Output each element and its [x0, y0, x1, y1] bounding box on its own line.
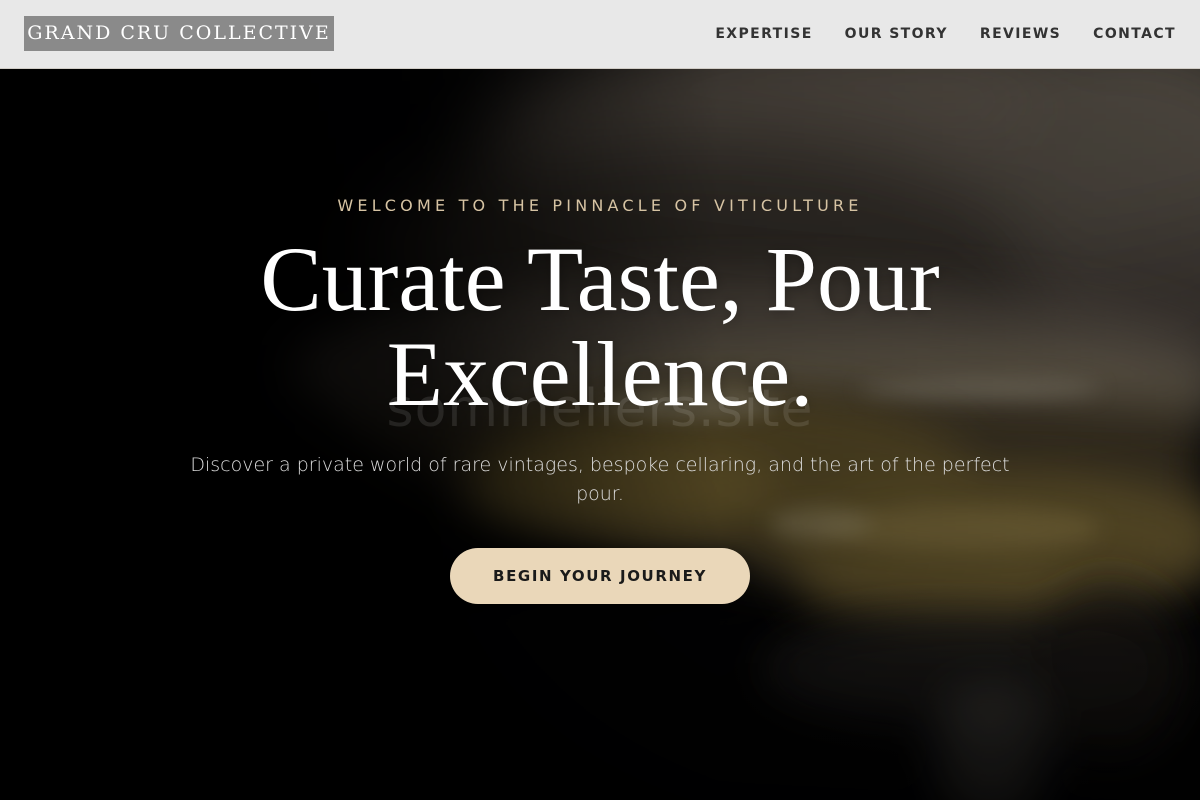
brand-logo[interactable]: GRAND CRU COLLECTIVE	[24, 16, 334, 51]
hero-subtitle: Discover a private world of rare vintage…	[190, 454, 1010, 505]
hero-section: WELCOME TO THE PINNACLE OF VITICULTURE C…	[0, 69, 1200, 800]
nav-link-contact[interactable]: CONTACT	[1093, 26, 1176, 42]
hero-eyebrow: WELCOME TO THE PINNACLE OF VITICULTURE	[337, 196, 863, 215]
site-header: GRAND CRU COLLECTIVE EXPERTISE OUR STORY…	[0, 0, 1200, 69]
watermark-text: sommeliers.site	[386, 379, 814, 439]
nav-link-expertise[interactable]: EXPERTISE	[715, 26, 812, 42]
nav-link-our-story[interactable]: OUR STORY	[845, 26, 948, 42]
main-nav: EXPERTISE OUR STORY REVIEWS CONTACT	[715, 0, 1176, 68]
nav-link-reviews[interactable]: REVIEWS	[980, 26, 1061, 42]
landing-page: GRAND CRU COLLECTIVE EXPERTISE OUR STORY…	[0, 0, 1200, 800]
begin-journey-button[interactable]: BEGIN YOUR JOURNEY	[450, 548, 750, 604]
hero-content: WELCOME TO THE PINNACLE OF VITICULTURE C…	[0, 69, 1200, 800]
